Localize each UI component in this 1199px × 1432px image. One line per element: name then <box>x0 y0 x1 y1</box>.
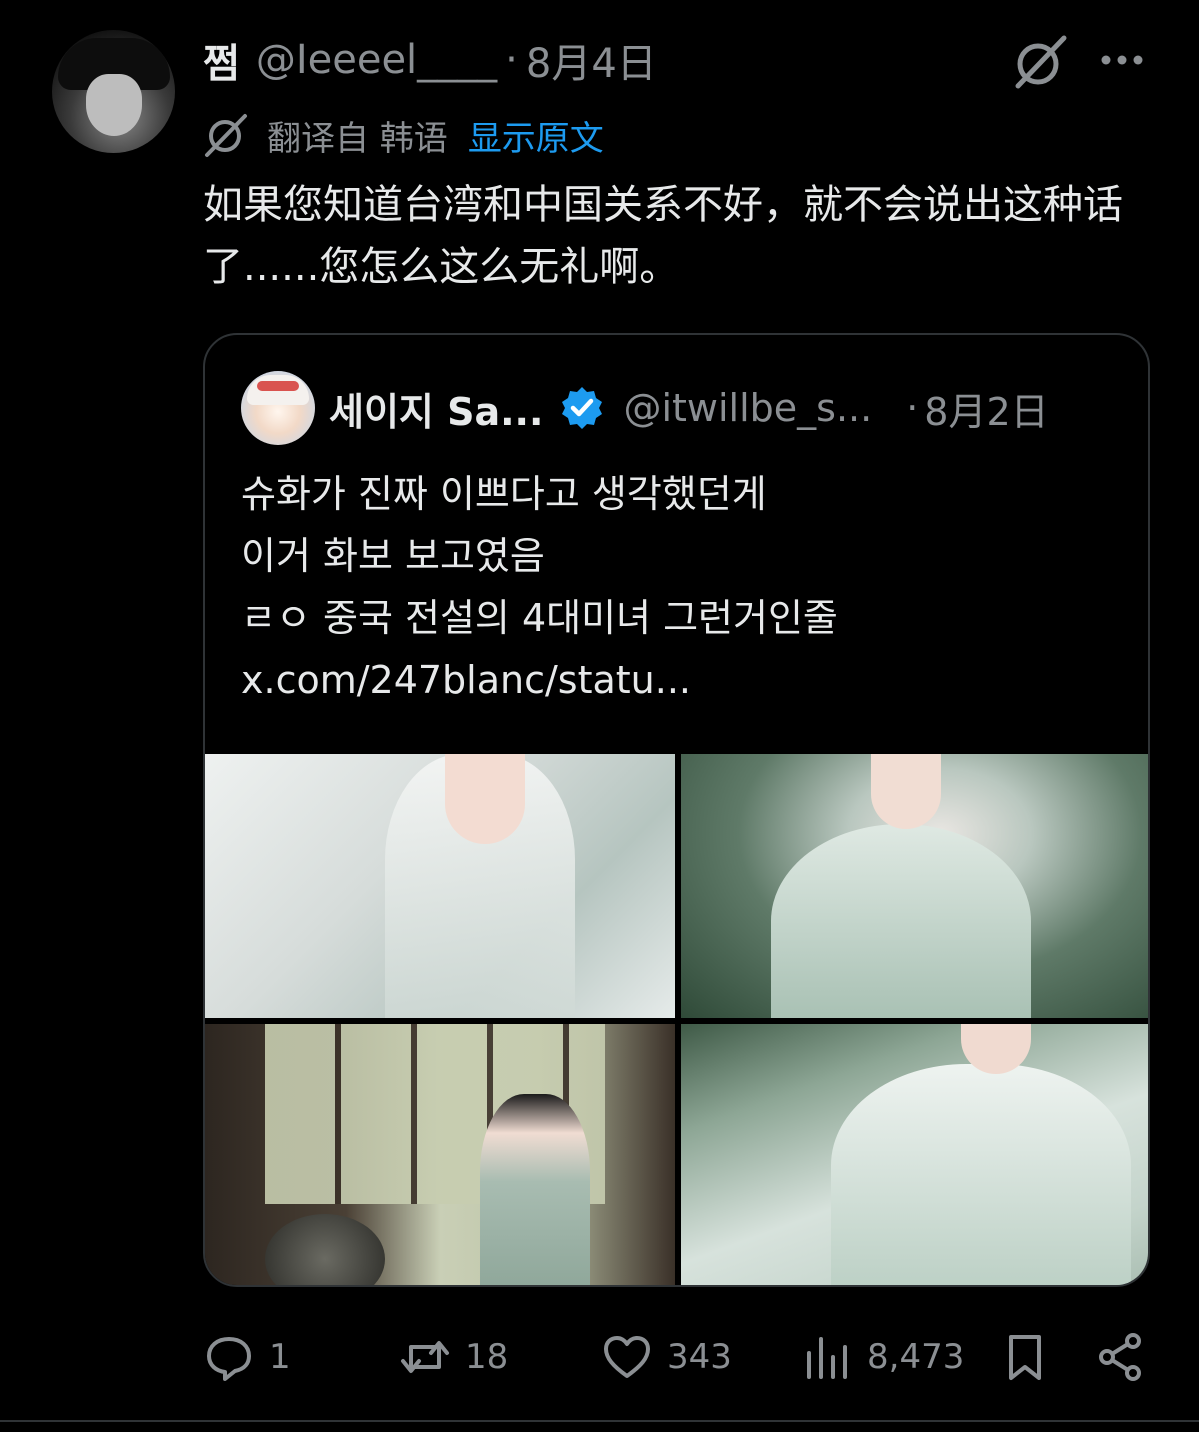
tweet-date[interactable]: 8月4日 <box>526 31 657 89</box>
repost-count: 18 <box>465 1337 509 1377</box>
author-handle[interactable]: @Ieeeel____ <box>256 37 497 83</box>
quoted-author-handle: @itwillbe_s... <box>623 386 873 430</box>
share-button[interactable] <box>1095 1322 1147 1392</box>
tweet-text: 如果您知道台湾和中国关系不好，就不会说出这种话了......您怎么这么无礼啊。 <box>203 182 1123 290</box>
photo-figure-shape <box>831 1064 1131 1285</box>
quoted-header-separator: · <box>906 386 919 430</box>
quoted-photo-2[interactable] <box>681 754 1148 1018</box>
repost-icon <box>401 1341 449 1373</box>
tweet-divider <box>0 1420 1199 1422</box>
quoted-author-name: 세이지 Sa... <box>329 389 544 434</box>
translation-row: 翻译自 韩语 显示原文 <box>203 110 604 160</box>
quoted-photo-4[interactable] <box>681 1024 1148 1285</box>
bookmark-button[interactable] <box>999 1322 1051 1392</box>
translation-label: 翻译自 韩语 <box>267 118 448 159</box>
reply-count: 1 <box>269 1337 291 1377</box>
repost-button[interactable]: 18 <box>399 1322 508 1392</box>
views-button[interactable]: 8,473 <box>801 1322 964 1392</box>
quoted-tweet-link[interactable]: x.com/247blanc/statu... <box>241 649 1121 711</box>
grok-icon[interactable] <box>1010 34 1070 90</box>
quoted-text-line: ㄹㅇ 중국 전설의 4대미녀 그런거인줄 <box>241 596 838 640</box>
quoted-tweet-date: 8月2日 <box>924 389 1049 434</box>
more-icon[interactable] <box>1098 40 1146 80</box>
header-separator: · <box>505 37 518 83</box>
show-original-link[interactable]: 显示原文 <box>468 111 604 160</box>
photo-face-shape <box>871 754 941 829</box>
heart-icon <box>604 1336 650 1378</box>
quoted-avatar-glasses-shape <box>257 381 299 391</box>
tweet: 쩜 @Ieeeel____ · 8月4日 翻译自 韩语 显示原文 如果您知道台湾… <box>0 0 1199 1432</box>
like-count: 343 <box>667 1337 732 1377</box>
avatar-face-shape <box>86 74 142 136</box>
like-button[interactable]: 343 <box>601 1322 732 1392</box>
reply-button[interactable]: 1 <box>203 1322 291 1392</box>
quoted-tweet-header: 세이지 Sa... @itwillbe_s... · 8月2日 <box>241 371 1121 445</box>
quoted-text-line: 슈화가 진짜 이쁘다고 생각했던게 <box>241 472 767 516</box>
quoted-photo-3[interactable] <box>205 1024 675 1285</box>
quoted-text-line: 이거 화보 보고였음 <box>241 534 545 578</box>
reply-icon <box>207 1337 251 1381</box>
quoted-tweet-text: 슈화가 진짜 이쁘다고 생각했던게 이거 화보 보고였음 ㄹㅇ 중국 전설의 4… <box>241 463 1121 711</box>
author-display-name[interactable]: 쩜 <box>203 31 240 89</box>
tweet-header: 쩜 @Ieeeel____ · 8月4日 <box>203 31 657 89</box>
photo-vase-shape <box>265 1214 385 1285</box>
share-icon <box>1099 1333 1141 1381</box>
tweet-actions: 1 18 343 8,473 <box>203 1322 1153 1392</box>
quoted-photo-1[interactable] <box>205 754 675 1018</box>
views-bar-chart-icon <box>807 1337 847 1379</box>
photo-figure-shape <box>771 824 1031 1018</box>
quoted-author-avatar <box>241 371 315 445</box>
verified-badge-icon <box>562 387 603 429</box>
photo-figure-shape <box>480 1094 590 1285</box>
translate-icon <box>205 114 247 157</box>
author-avatar[interactable] <box>52 30 175 153</box>
bookmark-icon <box>1009 1335 1041 1380</box>
quoted-photo-grid <box>205 754 1148 1285</box>
quoted-tweet[interactable]: 세이지 Sa... @itwillbe_s... · 8月2日 슈화가 진짜 이… <box>203 333 1150 1287</box>
photo-face-shape <box>445 754 525 844</box>
view-count: 8,473 <box>867 1337 965 1377</box>
